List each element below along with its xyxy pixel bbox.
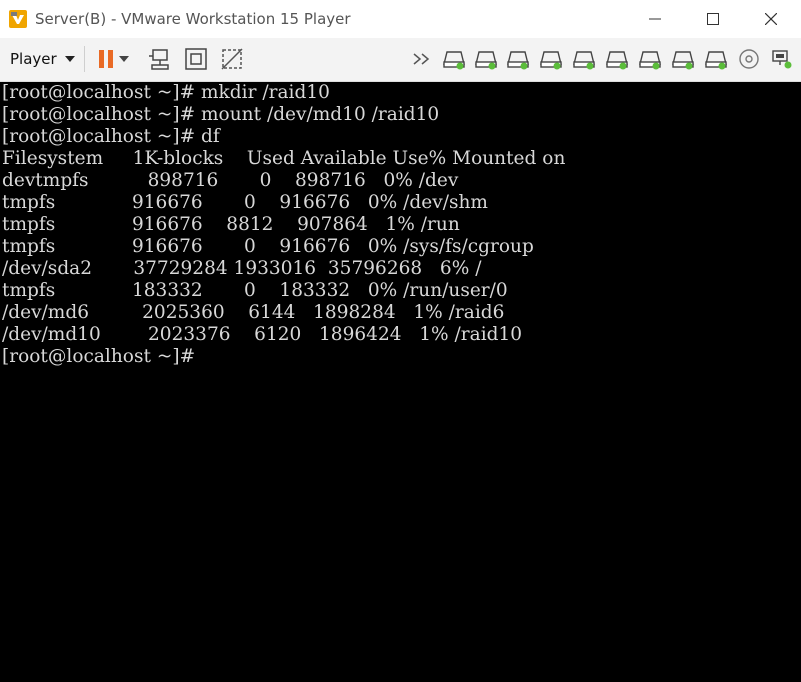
device-hdd-3[interactable]: [504, 46, 532, 72]
fit-guest-button[interactable]: [182, 46, 210, 72]
maximize-icon: [707, 13, 719, 25]
vmware-player-window: Server(B) - VMware Workstation 15 Player…: [0, 0, 801, 682]
pause-dropdown-button[interactable]: [116, 46, 132, 72]
terminal-line: devtmpfs 898716 0 898716 0% /dev: [2, 170, 459, 191]
terminal-line: tmpfs 916676 0 916676 0% /sys/fs/cgroup: [2, 236, 534, 257]
player-menu-label: Player: [10, 50, 57, 68]
terminal-line: tmpfs 916676 0 916676 0% /dev/shm: [2, 192, 488, 213]
terminal-line: tmpfs 183332 0 183332 0% /run/user/0: [2, 280, 508, 301]
player-menu-button[interactable]: Player: [6, 46, 79, 72]
double-chevron-right-icon: [413, 53, 430, 65]
device-hdd-6[interactable]: [603, 46, 631, 72]
hard-disk-icon: [705, 51, 727, 70]
toolbar-divider: [84, 46, 85, 72]
hard-disk-icon: [672, 51, 694, 70]
title-bar[interactable]: Server(B) - VMware Workstation 15 Player: [0, 0, 801, 38]
more-devices-button[interactable]: [410, 46, 434, 72]
send-ctrl-alt-del-button[interactable]: [146, 46, 174, 72]
hard-disk-icon: [443, 51, 465, 70]
minimize-icon: [649, 18, 661, 20]
cd-drive-icon: [739, 49, 759, 69]
device-network-adapter[interactable]: [767, 46, 795, 72]
device-hdd-8[interactable]: [669, 46, 697, 72]
terminal-line: tmpfs 916676 8812 907864 1% /run: [2, 214, 460, 235]
device-hdd-1[interactable]: [440, 46, 468, 72]
close-icon: [765, 13, 777, 25]
terminal-line: /dev/md10 2023376 6120 1896424 1% /raid1…: [2, 324, 523, 345]
hard-disk-icon: [639, 51, 661, 70]
chevron-down-icon: [119, 56, 129, 62]
terminal-line: /dev/md6 2025360 6144 1898284 1% /raid6: [2, 302, 505, 323]
terminal-line: [root@localhost ~]# mkdir /raid10: [2, 82, 330, 103]
vm-console[interactable]: [root@localhost ~]# mkdir /raid10 [root@…: [0, 82, 801, 682]
hard-disk-icon: [573, 51, 595, 70]
device-hdd-5[interactable]: [570, 46, 598, 72]
hard-disk-icon: [475, 51, 497, 70]
hard-disk-icon: [606, 51, 628, 70]
toolbar: Player: [0, 38, 801, 82]
hard-disk-icon: [540, 51, 562, 70]
network-adapter-icon: [772, 50, 792, 69]
pause-icon: [99, 50, 113, 68]
close-button[interactable]: [742, 0, 800, 38]
window-title: Server(B) - VMware Workstation 15 Player: [35, 10, 351, 28]
fit-window-icon: [185, 48, 207, 70]
vmware-logo-icon: [9, 10, 27, 28]
device-hdd-2[interactable]: [472, 46, 500, 72]
send-keys-icon: [149, 49, 169, 70]
hard-disk-icon: [507, 51, 529, 70]
maximize-button[interactable]: [684, 0, 742, 38]
terminal-line: [root@localhost ~]# df: [2, 126, 220, 147]
device-hdd-4[interactable]: [537, 46, 565, 72]
device-cd-dvd[interactable]: [735, 46, 763, 72]
unity-disabled-icon: [221, 48, 243, 70]
terminal-line: Filesystem 1K-blocks Used Available Use%…: [2, 148, 566, 169]
unity-button[interactable]: [218, 46, 246, 72]
terminal-line: /dev/sda2 37729284 1933016 35796268 6% /: [2, 258, 482, 279]
terminal-prompt: [root@localhost ~]#: [2, 346, 196, 367]
chevron-down-icon: [64, 56, 75, 62]
device-hdd-9[interactable]: [702, 46, 730, 72]
device-hdd-7[interactable]: [636, 46, 664, 72]
terminal-line: [root@localhost ~]# mount /dev/md10 /rai…: [2, 104, 440, 125]
minimize-button[interactable]: [626, 0, 684, 38]
